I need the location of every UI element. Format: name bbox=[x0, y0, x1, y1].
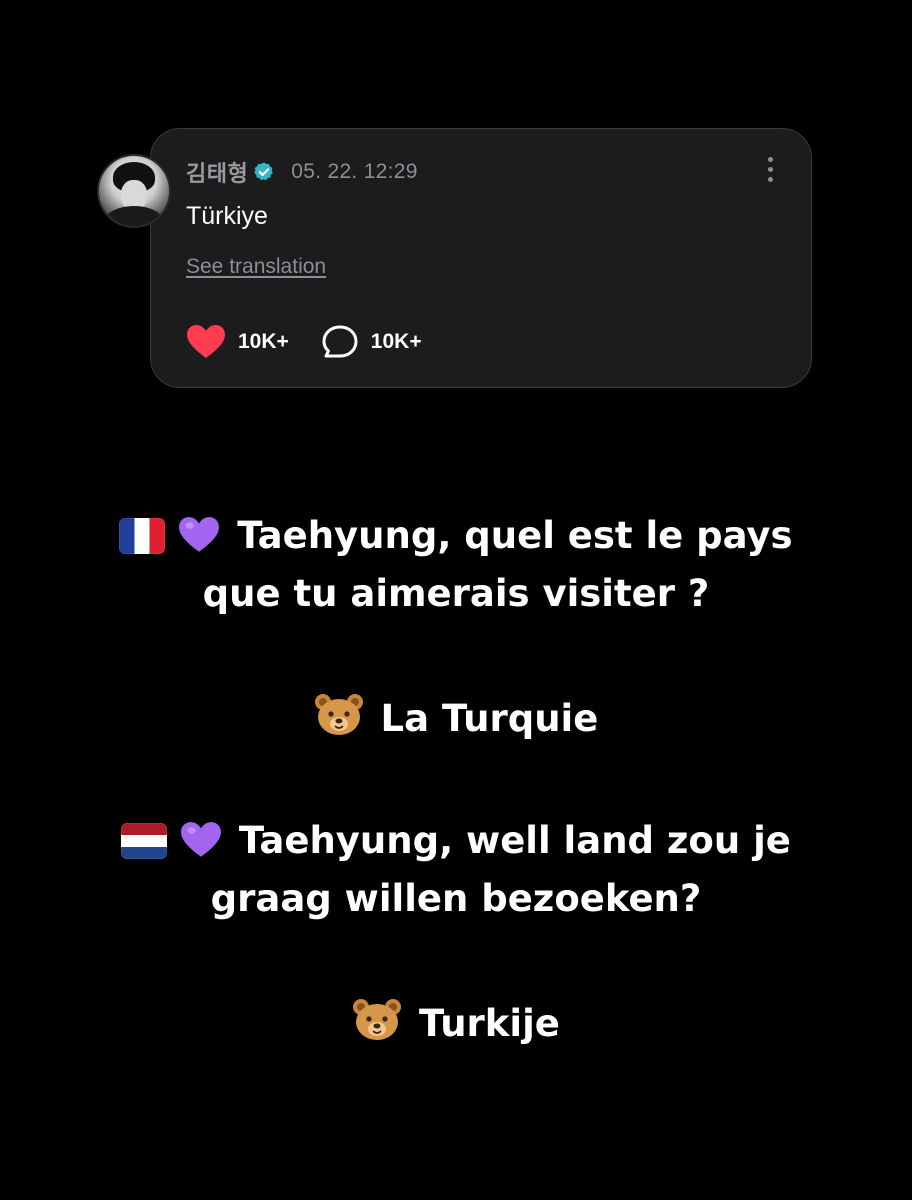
post-body-text: Türkiye bbox=[186, 202, 268, 230]
dutch-question: Taehyung, well land zou je graag willen … bbox=[0, 812, 912, 928]
comment-count: 10K+ bbox=[370, 330, 422, 353]
purple-heart-icon bbox=[181, 822, 221, 857]
post-header: 김태형 05. 22. 12:29 bbox=[186, 158, 418, 186]
heart-icon bbox=[187, 325, 225, 358]
french-question: Taehyung, quel est le pays que tu aimera… bbox=[0, 507, 912, 623]
comment-bubble-icon bbox=[322, 325, 358, 358]
more-options-icon[interactable] bbox=[760, 157, 780, 189]
author-avatar[interactable] bbox=[97, 154, 171, 228]
bear-face-icon bbox=[314, 694, 363, 735]
like-count: 10K+ bbox=[238, 330, 289, 353]
french-question-line2: que tu aimerais visiter ? bbox=[202, 572, 710, 615]
author-name[interactable]: 김태형 bbox=[186, 156, 248, 188]
comment-button[interactable]: 10K+ bbox=[321, 324, 422, 360]
french-answer: La Turquie bbox=[0, 690, 912, 748]
post-timestamp: 05. 22. 12:29 bbox=[291, 160, 418, 183]
verified-badge-icon bbox=[254, 162, 274, 181]
dutch-answer-text: Turkije bbox=[419, 1002, 560, 1045]
post-actions: 10K+ 10K+ bbox=[186, 324, 422, 360]
see-translation-link[interactable]: See translation bbox=[186, 255, 326, 279]
bear-face-icon bbox=[353, 999, 402, 1040]
dutch-question-line2: graag willen bezoeken? bbox=[210, 877, 702, 920]
france-flag-icon bbox=[119, 518, 166, 554]
french-question-line1: Taehyung, quel est le pays bbox=[237, 514, 793, 557]
dutch-answer: Turkije bbox=[0, 995, 912, 1053]
netherlands-flag-icon bbox=[121, 823, 168, 859]
purple-heart-icon bbox=[179, 517, 220, 552]
french-answer-text: La Turquie bbox=[380, 697, 599, 740]
like-button[interactable]: 10K+ bbox=[186, 324, 289, 360]
dutch-question-line1: Taehyung, well land zou je bbox=[238, 819, 791, 862]
avatar-shoulders bbox=[105, 206, 163, 226]
